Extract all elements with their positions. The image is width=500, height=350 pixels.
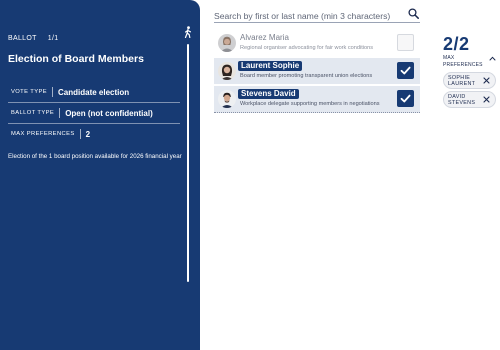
chip-label: DAVID STEVENS xyxy=(448,94,475,107)
candidate-description: Regional organiser advocating for fair w… xyxy=(240,45,374,51)
candidate-name: Alvarez Maria xyxy=(240,33,289,42)
walking-person-icon xyxy=(184,26,191,38)
avatar xyxy=(218,62,236,80)
candidate-list: Alvarez Maria Regional organiser advocat… xyxy=(214,30,420,115)
candidate-name: Stevens David xyxy=(238,89,299,99)
avatar xyxy=(218,90,236,108)
avatar xyxy=(218,34,236,52)
checkmark-icon xyxy=(400,94,411,103)
chip-label-line2: LAURENT xyxy=(448,81,476,88)
close-icon[interactable] xyxy=(483,96,490,103)
close-icon[interactable] xyxy=(483,77,490,84)
candidate-row-laurent[interactable]: Laurent Sophie Board member promoting tr… xyxy=(214,58,420,84)
ballot-type-row: BALLOT TYPE Open (not confidential) xyxy=(8,103,180,124)
ballot-index: 1/1 xyxy=(47,35,59,42)
max-preferences-value: 2 xyxy=(85,129,91,139)
ballot-type-key: BALLOT TYPE xyxy=(8,108,61,118)
panel-scrollbar[interactable] xyxy=(187,44,189,282)
vote-type-key: VOTE TYPE xyxy=(8,87,54,97)
preference-chip-stevens: DAVID STEVENS xyxy=(443,91,496,108)
max-preferences-row: MAX PREFERENCES 2 xyxy=(8,124,180,144)
search-icon[interactable] xyxy=(408,8,419,19)
chip-label: SOPHIE LAURENT xyxy=(448,75,475,88)
preferences-label-line2: PREFERENCES xyxy=(443,61,483,68)
max-preferences-key: MAX PREFERENCES xyxy=(8,129,81,139)
election-title: Election of Board Members xyxy=(8,53,144,65)
candidate-row-stevens[interactable]: Stevens David Workplace delegate support… xyxy=(214,86,420,113)
ballot-counter: BALLOT 1/1 xyxy=(8,35,58,42)
candidate-checkbox[interactable] xyxy=(397,34,414,51)
chip-label-line2: STEVENS xyxy=(448,100,476,107)
search-bar xyxy=(214,6,420,24)
search-input[interactable] xyxy=(214,8,404,24)
preferences-label: MAX PREFERENCES xyxy=(443,55,483,68)
candidate-name: Laurent Sophie xyxy=(238,61,303,71)
ballot-panel: BALLOT 1/1 Election of Board Members VOT… xyxy=(0,0,200,350)
candidate-description: Workplace delegate supporting members in… xyxy=(240,101,380,107)
candidate-row-alvarez[interactable]: Alvarez Maria Regional organiser advocat… xyxy=(214,30,420,56)
ballot-meta: VOTE TYPE Candidate election BALLOT TYPE… xyxy=(8,82,180,144)
ballot-type-value: Open (not confidential) xyxy=(65,108,153,118)
ballot-label: BALLOT xyxy=(8,35,37,42)
candidate-checkbox[interactable] xyxy=(397,90,414,107)
ballot-description: Election of the 1 board position availab… xyxy=(8,153,182,160)
checkmark-icon xyxy=(400,66,411,75)
preference-chip-laurent: SOPHIE LAURENT xyxy=(443,72,496,89)
preferences-count: 2/2 xyxy=(443,34,470,54)
vote-type-value: Candidate election xyxy=(58,87,130,97)
candidate-checkbox[interactable] xyxy=(397,62,414,79)
chevron-up-icon[interactable] xyxy=(489,56,496,61)
vote-type-row: VOTE TYPE Candidate election xyxy=(8,82,180,103)
candidate-description: Board member promoting transparent union… xyxy=(240,73,373,79)
